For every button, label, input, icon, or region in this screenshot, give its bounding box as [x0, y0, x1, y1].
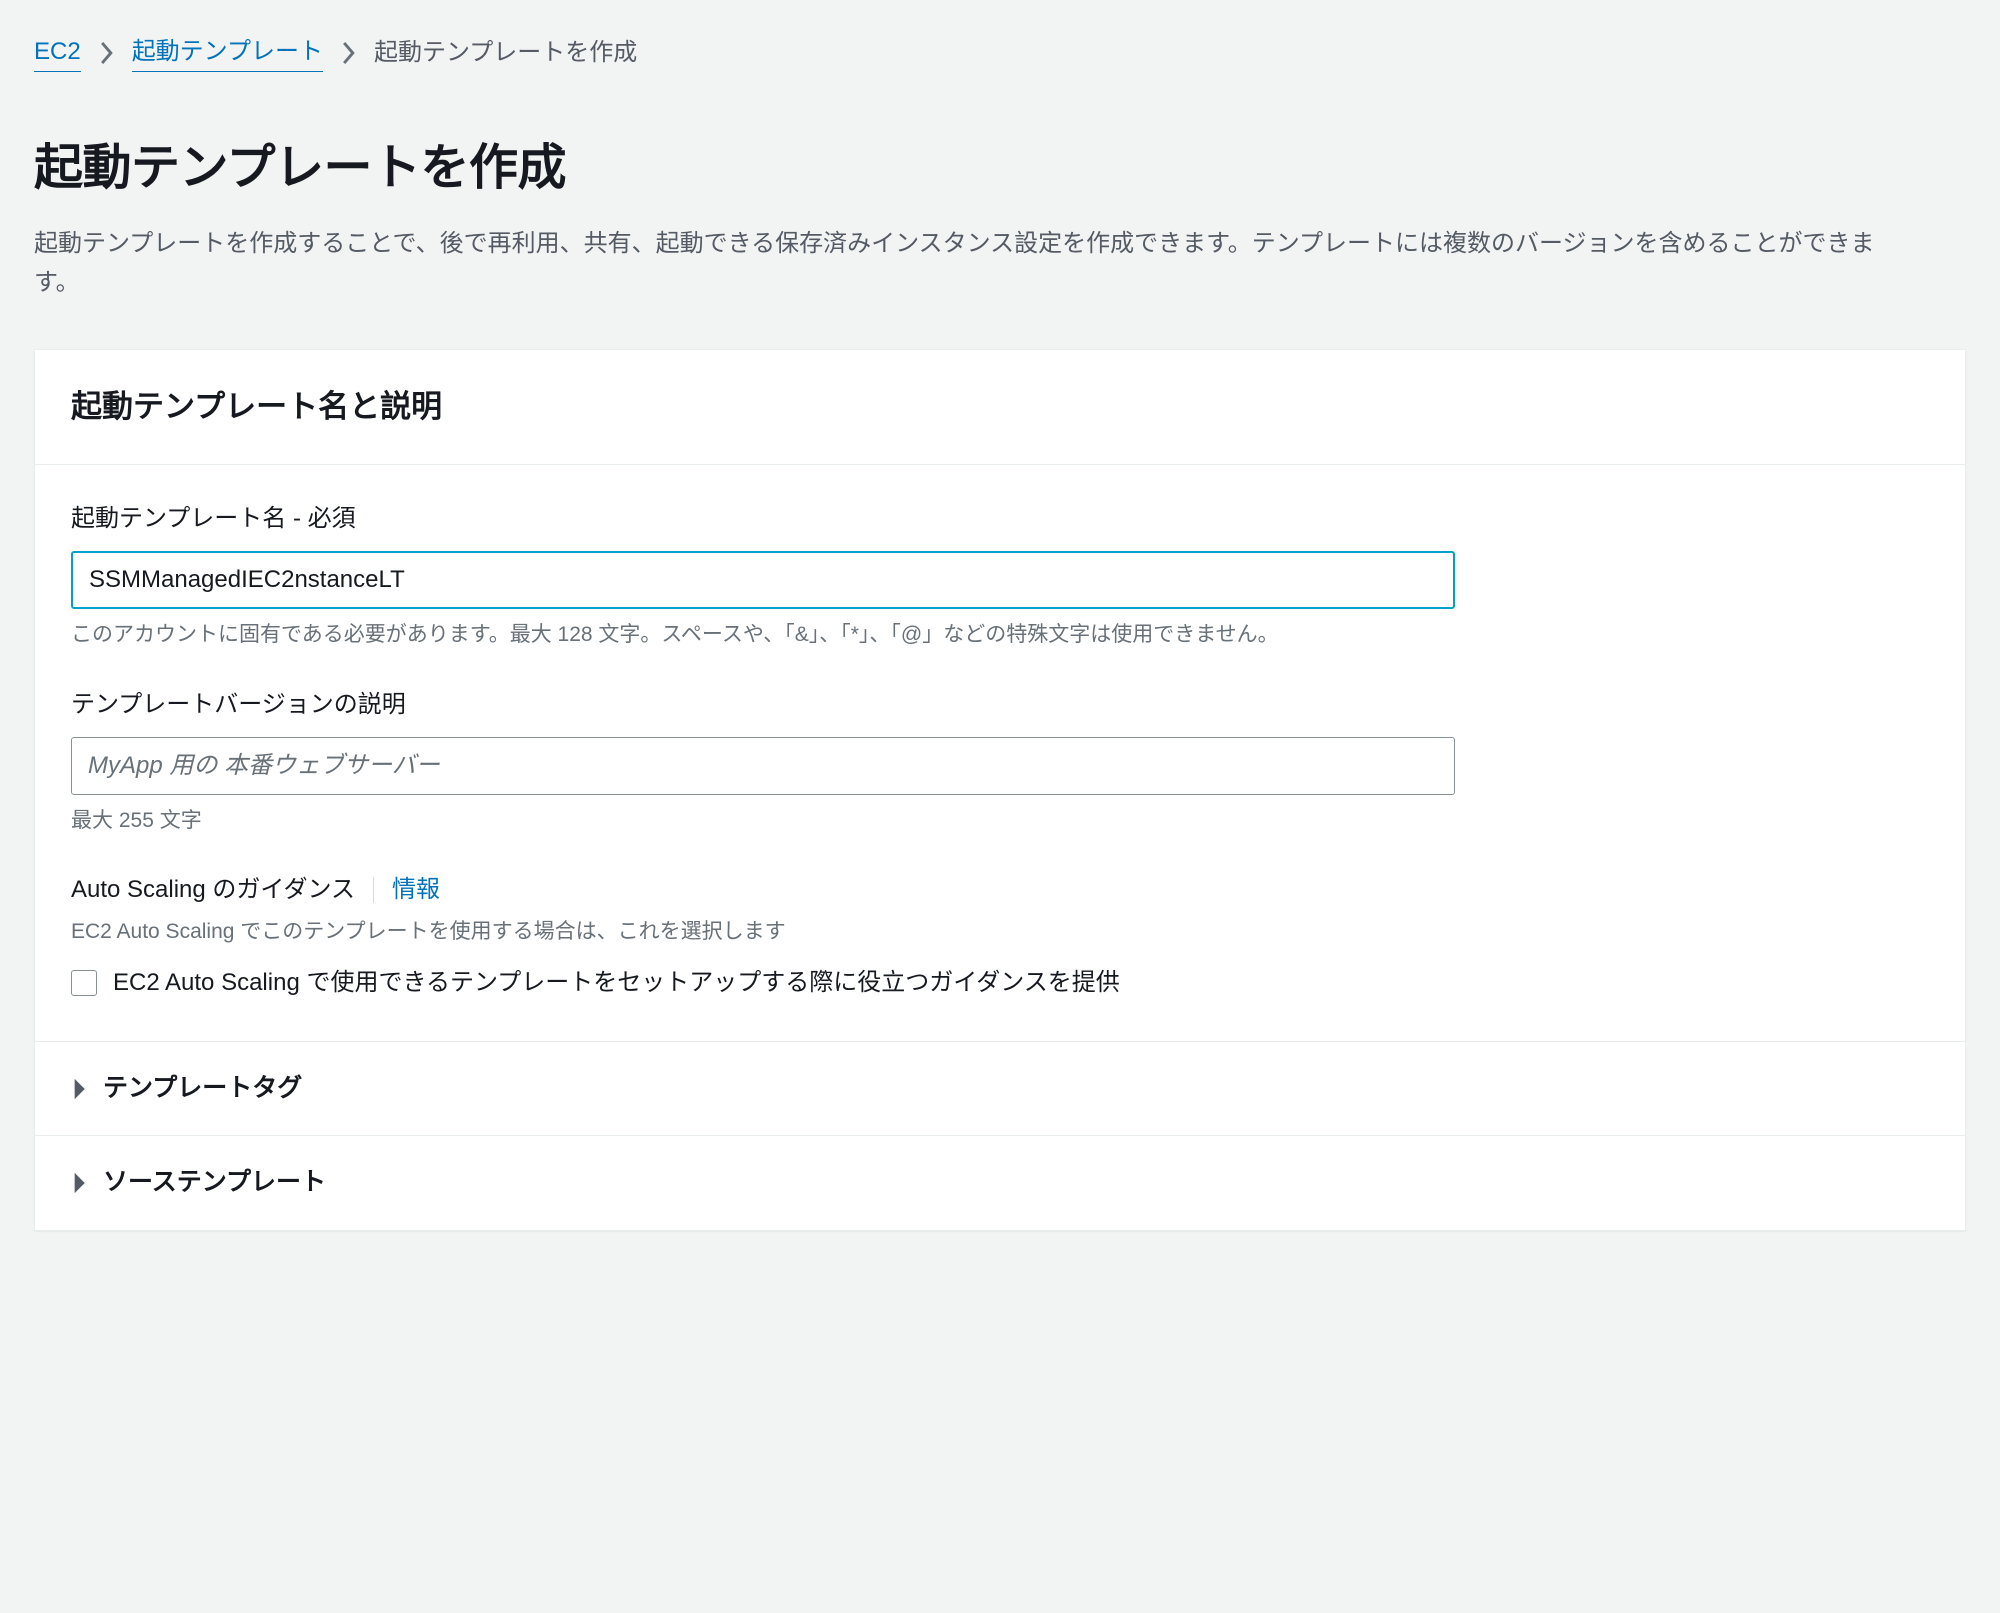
caret-right-icon	[71, 1170, 87, 1196]
breadcrumb: EC2 起動テンプレート 起動テンプレートを作成	[34, 34, 1966, 72]
breadcrumb-link-launch-templates[interactable]: 起動テンプレート	[132, 34, 323, 72]
page-title: 起動テンプレートを作成	[34, 132, 1966, 206]
version-desc-input[interactable]	[71, 737, 1455, 795]
expander-template-tags[interactable]: テンプレートタグ	[35, 1041, 1965, 1136]
label-autoscaling: Auto Scaling のガイダンス	[71, 872, 355, 908]
panel-header: 起動テンプレート名と説明	[35, 350, 1965, 466]
chevron-right-icon	[341, 40, 356, 66]
autoscaling-checkbox-label[interactable]: EC2 Auto Scaling で使用できるテンプレートをセットアップする際に…	[113, 964, 1120, 1001]
breadcrumb-link-ec2[interactable]: EC2	[34, 34, 81, 72]
info-link-autoscaling[interactable]: 情報	[392, 872, 440, 908]
panel-heading: 起動テンプレート名と説明	[71, 384, 1929, 431]
hint-template-name: このアカウントに固有である必要があります。最大 128 文字。スペースや、「&」…	[71, 619, 1929, 651]
divider	[373, 877, 374, 903]
form-group-autoscaling: Auto Scaling のガイダンス 情報 EC2 Auto Scaling …	[71, 872, 1929, 1001]
form-group-version-desc: テンプレートバージョンの説明 最大 255 文字	[71, 687, 1929, 837]
desc-autoscaling: EC2 Auto Scaling でこのテンプレートを使用する場合は、これを選択…	[71, 916, 1929, 948]
caret-right-icon	[71, 1076, 87, 1102]
breadcrumb-current: 起動テンプレートを作成	[374, 35, 637, 71]
expander-label-source: ソーステンプレート	[103, 1164, 326, 1202]
chevron-right-icon	[99, 40, 114, 66]
page-description: 起動テンプレートを作成することで、後で再利用、共有、起動できる保存済みインスタン…	[34, 224, 1914, 303]
hint-version-desc: 最大 255 文字	[71, 805, 1929, 837]
expander-label-tags: テンプレートタグ	[103, 1070, 302, 1108]
form-group-template-name: 起動テンプレート名 - 必須 このアカウントに固有である必要があります。最大 1…	[71, 501, 1929, 651]
panel-name-and-desc: 起動テンプレート名と説明 起動テンプレート名 - 必須 このアカウントに固有であ…	[34, 349, 1966, 1231]
label-version-desc: テンプレートバージョンの説明	[71, 687, 1929, 723]
autoscaling-checkbox[interactable]	[71, 970, 97, 996]
expander-source-template[interactable]: ソーステンプレート	[35, 1135, 1965, 1230]
label-template-name: 起動テンプレート名 - 必須	[71, 501, 1929, 537]
template-name-input[interactable]	[71, 551, 1455, 609]
